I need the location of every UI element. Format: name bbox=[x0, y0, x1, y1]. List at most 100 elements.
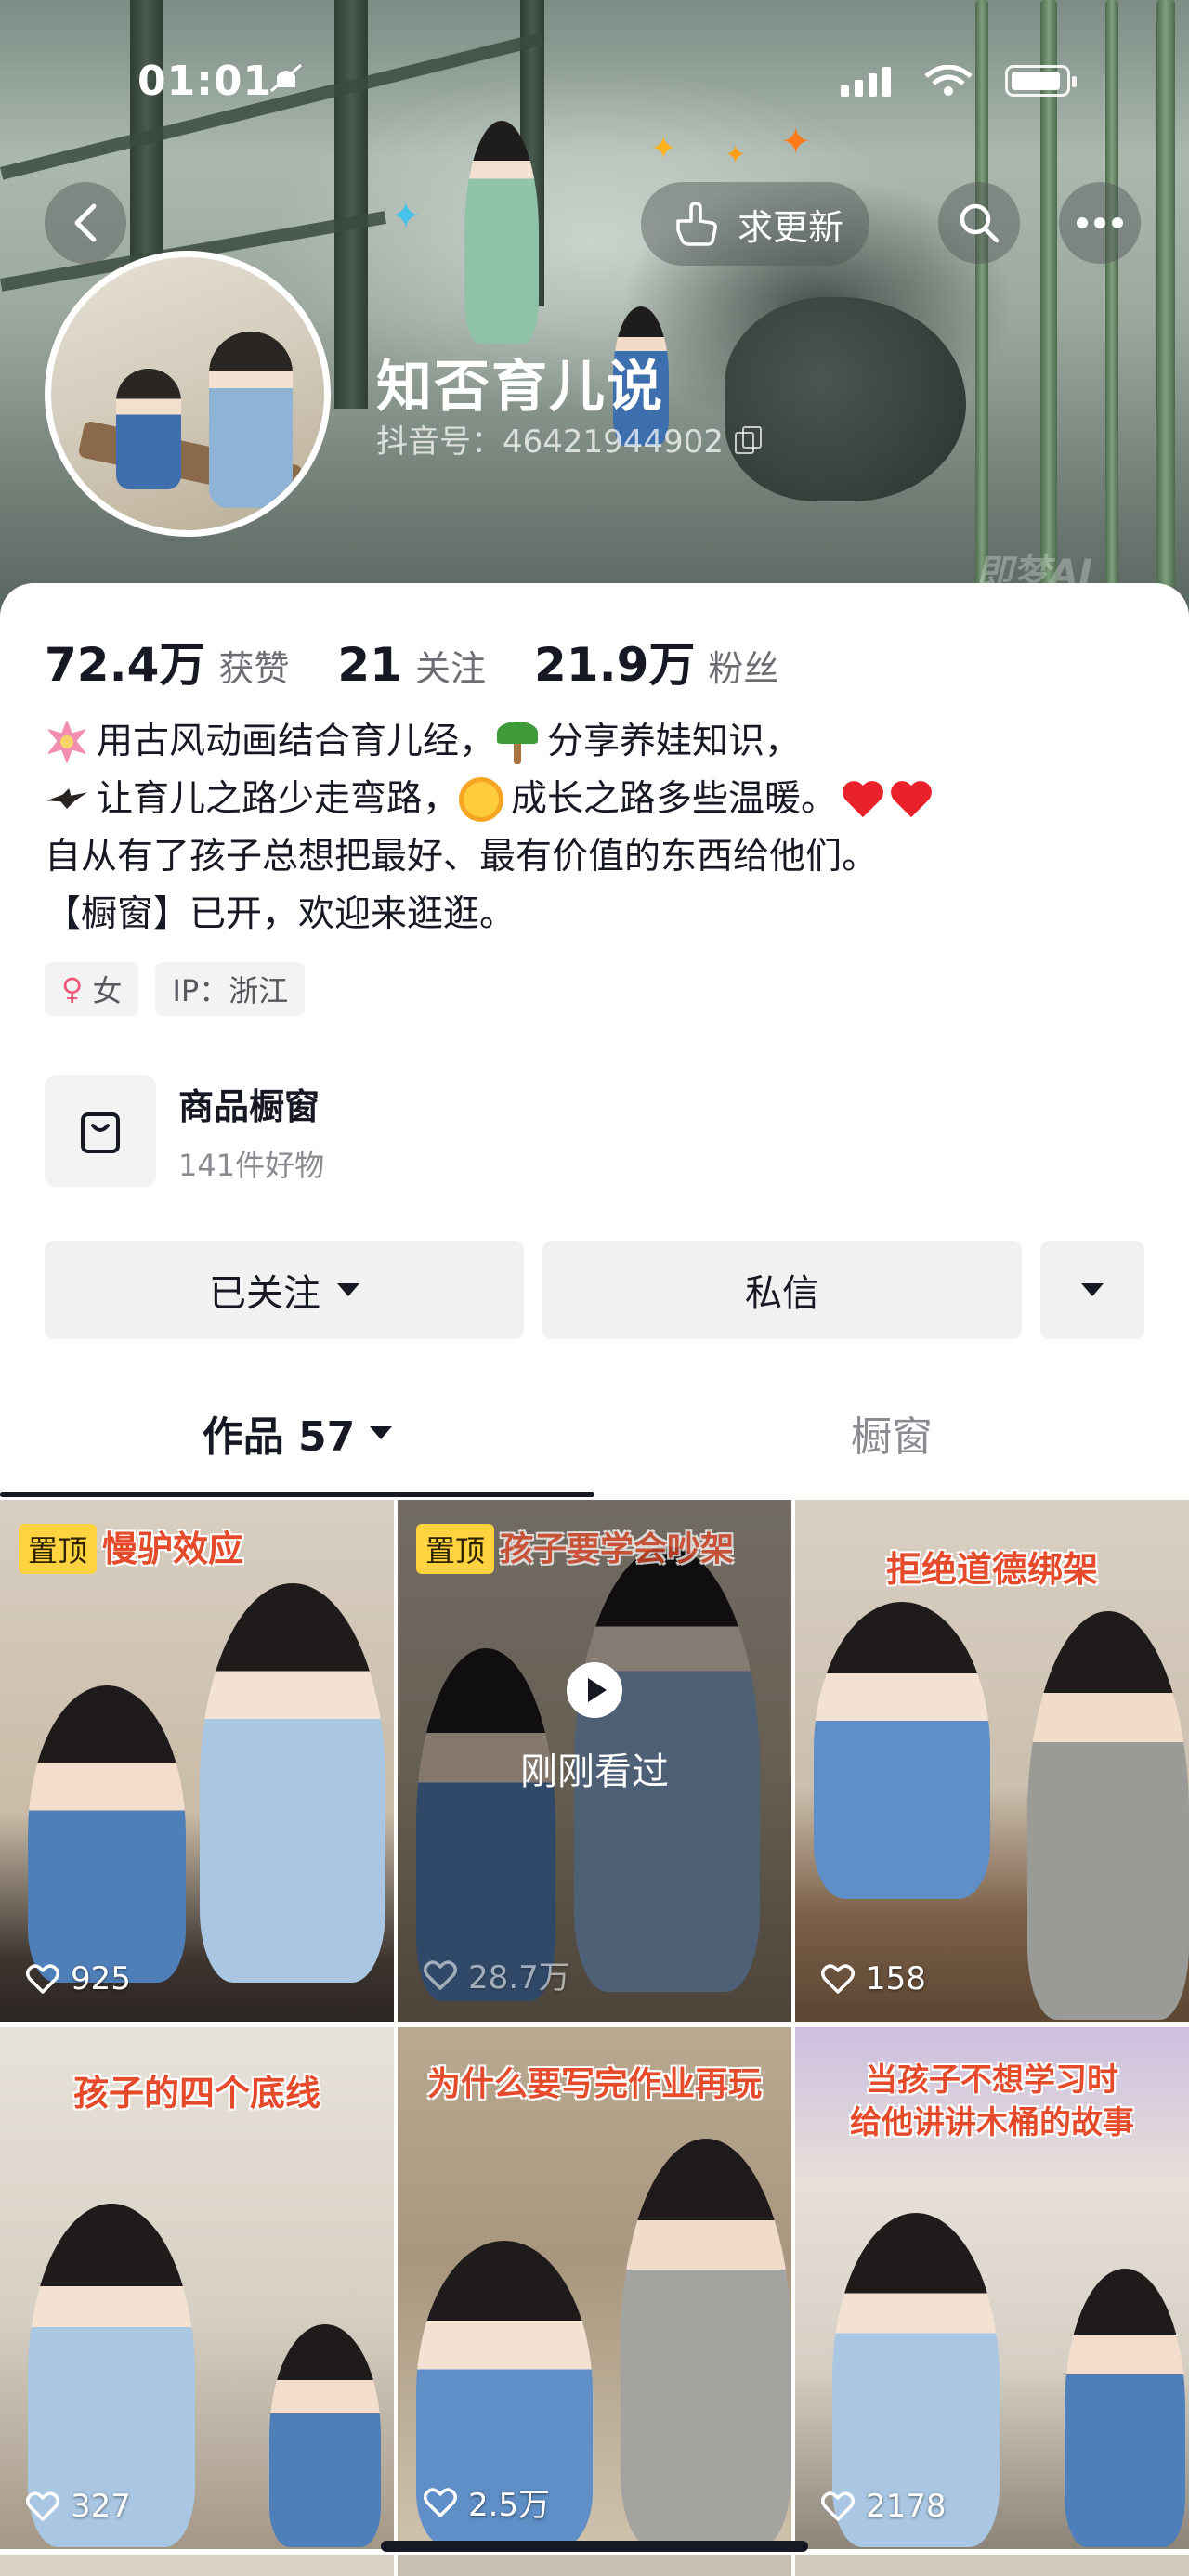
profile-bio: 用古风动画结合育儿经， 分享养娃知识， 让育儿之路少走弯路， 成长之路多些温暖。… bbox=[45, 713, 1150, 943]
profile-tags: ♀ 女 IP：浙江 bbox=[45, 962, 306, 1016]
caret-down-icon bbox=[370, 1426, 393, 1439]
video-thumbnail bbox=[398, 2027, 791, 2549]
video-likes: 158 bbox=[821, 1960, 926, 1997]
tab-works-label: 作品 57 bbox=[202, 1413, 356, 1461]
female-icon: ♀ bbox=[61, 971, 84, 1007]
video-tile[interactable]: 拒绝道德绑架 158 bbox=[795, 1500, 1189, 2022]
video-likes: 925 bbox=[26, 1960, 131, 1997]
video-tile[interactable]: 为什么要写完作业再玩 2.5万 bbox=[398, 2027, 791, 2549]
showcase-title: 商品橱窗 bbox=[178, 1086, 320, 1127]
stat-likes[interactable]: 72.4万 获赞 bbox=[45, 628, 289, 695]
avatar-mother bbox=[209, 332, 293, 508]
profile-actions: 已关注 私信 bbox=[45, 1241, 1144, 1339]
bio-line: 自从有了孩子总想把最好、最有价值的东西给他们。 bbox=[45, 836, 879, 878]
request-update-label: 求更新 bbox=[738, 206, 844, 248]
stat-value: 72.4万 bbox=[45, 638, 206, 692]
cherry-blossom-icon bbox=[46, 720, 87, 764]
profile-name: 知否育儿说 bbox=[376, 355, 664, 420]
bio-text: 让育儿之路少走弯路， bbox=[97, 778, 460, 820]
douyin-id-text: 抖音号：46421944902 bbox=[376, 423, 724, 461]
video-title: 孩子要学会吵架 bbox=[500, 1529, 735, 1568]
bio-text: 用古风动画结合育儿经， bbox=[97, 721, 496, 762]
video-tile[interactable]: 孩子的四个底线 327 bbox=[0, 2027, 394, 2549]
sun-face-icon bbox=[459, 777, 504, 822]
copy-icon[interactable] bbox=[734, 425, 762, 454]
gender-tag: ♀ 女 bbox=[45, 962, 139, 1016]
cellular-signal-icon bbox=[841, 65, 891, 97]
stat-label: 获赞 bbox=[218, 648, 290, 689]
video-title: 慢驴效应 bbox=[102, 1528, 244, 1569]
heart-outline-icon bbox=[821, 2491, 855, 2521]
gender-text: 女 bbox=[92, 973, 123, 1008]
product-showcase-entry[interactable]: 商品橱窗 141件好物 bbox=[45, 1075, 881, 1187]
video-tile[interactable]: 置顶 孩子要学会吵架 刚刚看过 28.7万 bbox=[398, 1500, 791, 2022]
message-label: 私信 bbox=[745, 1272, 819, 1315]
stat-label: 粉丝 bbox=[708, 648, 779, 689]
request-update-button[interactable]: 求更新 bbox=[641, 182, 869, 266]
recently-watched-label: 刚刚看过 bbox=[520, 1750, 669, 1793]
ip-location-text: IP：浙江 bbox=[172, 973, 289, 1008]
active-tab-indicator bbox=[0, 1492, 594, 1497]
bio-text: 成长之路多些温暖。 bbox=[511, 778, 838, 820]
pointing-hand-icon bbox=[676, 202, 717, 246]
like-count: 2178 bbox=[866, 2488, 947, 2525]
video-likes: 2.5万 bbox=[424, 2479, 550, 2525]
video-thumbnail bbox=[0, 1500, 394, 2022]
expand-recommendations-button[interactable] bbox=[1040, 1241, 1144, 1339]
video-likes: 327 bbox=[26, 2488, 131, 2525]
eagle-icon bbox=[45, 777, 89, 822]
bio-text: 分享养娃知识， bbox=[547, 721, 802, 762]
message-button[interactable]: 私信 bbox=[542, 1241, 1022, 1339]
followed-label: 已关注 bbox=[209, 1272, 320, 1315]
garden-rock bbox=[725, 297, 966, 501]
video-tile[interactable]: 置顶 慢驴效应 925 bbox=[0, 1500, 394, 2022]
video-title: 孩子的四个底线 bbox=[72, 2072, 320, 2114]
heart-outline-icon bbox=[26, 2491, 59, 2521]
stat-value: 21 bbox=[337, 638, 402, 692]
wifi-icon bbox=[924, 65, 973, 96]
search-button[interactable] bbox=[938, 182, 1020, 264]
video-title: 为什么要写完作业再玩 bbox=[426, 2064, 762, 2103]
video-likes: 28.7万 bbox=[424, 1952, 570, 1997]
palm-tree-icon bbox=[495, 720, 540, 764]
showcase-subtitle: 141件好物 bbox=[178, 1147, 325, 1183]
heart-outline-icon bbox=[26, 1964, 59, 1994]
video-tile-partial[interactable] bbox=[398, 2555, 791, 2576]
battery-icon bbox=[1005, 65, 1077, 97]
shopping-bag-icon-box bbox=[45, 1075, 156, 1187]
stat-following[interactable]: 21 关注 bbox=[337, 638, 486, 692]
video-title-line-2: 给他讲讲木桶的故事 bbox=[850, 2104, 1134, 2141]
stat-value: 21.9万 bbox=[534, 638, 696, 692]
mother-figure bbox=[464, 121, 539, 344]
avatar[interactable] bbox=[45, 251, 331, 537]
video-tile-partial[interactable] bbox=[0, 2555, 394, 2576]
shopping-bag-icon bbox=[81, 1112, 120, 1153]
showcase-text: 商品橱窗 141件好物 bbox=[178, 1078, 324, 1185]
profile-banner: ✦ ✦ ✦ ✦ 01:01 求更新 知否育儿说 抖音号：46421944902 … bbox=[0, 0, 1189, 631]
caret-down-icon bbox=[1081, 1283, 1104, 1296]
video-title: 拒绝道德绑架 bbox=[885, 1548, 1098, 1590]
heart-outline-icon bbox=[821, 1964, 855, 1994]
like-count: 158 bbox=[866, 1960, 926, 1997]
tab-works[interactable]: 作品 57 bbox=[0, 1382, 594, 1484]
content-tabs: 作品 57 橱窗 bbox=[0, 1382, 1189, 1491]
pinned-badge: 置顶 bbox=[19, 1524, 98, 1574]
butterfly-icon: ✦ bbox=[725, 139, 747, 170]
video-tile[interactable]: 当孩子不想学习时 给他讲讲木桶的故事 2178 bbox=[795, 2027, 1189, 2549]
tab-showcase[interactable]: 橱窗 bbox=[594, 1382, 1189, 1484]
video-title-line-1: 当孩子不想学习时 bbox=[866, 2062, 1118, 2099]
tab-showcase-label: 橱窗 bbox=[851, 1413, 933, 1461]
play-icon bbox=[567, 1662, 622, 1718]
search-icon bbox=[960, 203, 1000, 243]
red-heart-icon bbox=[889, 778, 934, 821]
followed-button[interactable]: 已关注 bbox=[45, 1241, 524, 1339]
back-button[interactable] bbox=[45, 182, 126, 264]
home-indicator[interactable] bbox=[381, 2541, 808, 2552]
stat-followers[interactable]: 21.9万 粉丝 bbox=[534, 628, 778, 695]
douyin-id[interactable]: 抖音号：46421944902 bbox=[376, 416, 762, 462]
heart-outline-icon bbox=[424, 2487, 457, 2517]
butterfly-icon: ✦ bbox=[390, 195, 422, 238]
status-bar: 01:01 bbox=[0, 0, 1189, 111]
video-tile-partial[interactable] bbox=[795, 2555, 1189, 2576]
more-options-button[interactable] bbox=[1059, 182, 1141, 264]
